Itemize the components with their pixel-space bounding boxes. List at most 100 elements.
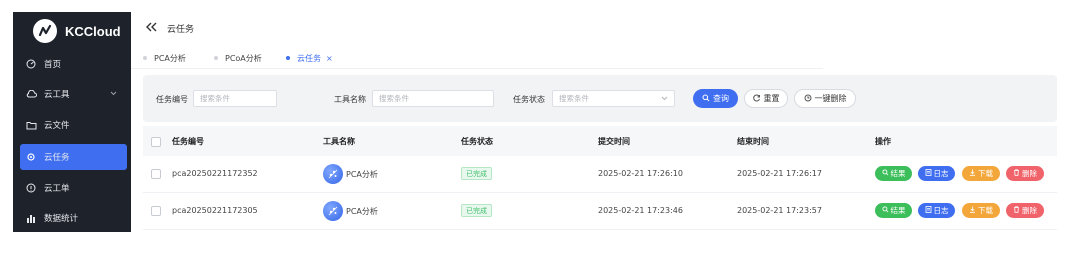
log-button[interactable]: 日志: [918, 166, 955, 181]
table-row: pca20250221172305 PCA分析 已完成 2025-02-21 1…: [143, 193, 1057, 230]
sidebar-item-label: 数据统计: [44, 214, 79, 224]
tool-name-input[interactable]: 搜索条件: [372, 90, 494, 107]
tool-name: PCA分析: [346, 206, 378, 216]
delete-all-button[interactable]: 一键删除: [794, 89, 856, 108]
tab-cloud-tasks[interactable]: 云任务 ×: [286, 48, 333, 68]
log-button[interactable]: 日志: [918, 203, 955, 218]
app-logo[interactable]: KCCloud: [13, 12, 131, 50]
task-id-input[interactable]: 搜索条件: [193, 90, 277, 107]
delete-all-button-label: 一键删除: [814, 94, 847, 103]
task-status-select[interactable]: 搜索条件: [552, 90, 675, 107]
tab-dot: [286, 56, 290, 60]
row-checkbox[interactable]: [151, 169, 161, 179]
column-header: 操作: [875, 137, 891, 146]
tab-bar: PCA分析 PCoA分析 云任务 ×: [131, 48, 823, 69]
download-button-label: 下载: [978, 169, 993, 178]
tab-label: PCA分析: [154, 53, 186, 63]
document-icon: [925, 206, 932, 215]
submit-time: 2025-02-21 17:23:46: [598, 206, 683, 215]
sidebar: KCCloud 首页 云工具 云文件 云任务 云工单 数据统计: [13, 12, 131, 232]
document-icon: [925, 169, 932, 178]
trash-icon: [1013, 169, 1020, 178]
column-header: 提交时间: [598, 137, 630, 146]
download-icon: [969, 169, 976, 178]
finish-time: 2025-02-21 17:26:17: [737, 169, 822, 178]
clock-icon: [804, 94, 812, 104]
result-button[interactable]: 结果: [875, 203, 912, 218]
tool-cell: PCA分析: [323, 201, 378, 221]
column-header: 工具名称: [323, 137, 355, 146]
close-icon[interactable]: ×: [326, 54, 333, 63]
delete-button[interactable]: 删除: [1006, 166, 1044, 181]
tab-dot: [214, 56, 218, 60]
column-header: 结束时间: [737, 137, 769, 146]
column-header: 任务状态: [461, 137, 493, 146]
sidebar-item-label: 云任务: [44, 153, 70, 163]
search-button[interactable]: 查询: [693, 89, 738, 108]
sidebar-item-label: 云工具: [44, 90, 70, 100]
reset-button[interactable]: 重置: [744, 89, 788, 108]
chevron-down-icon: [110, 89, 117, 99]
result-button[interactable]: 结果: [875, 166, 912, 181]
tool-name: PCA分析: [346, 169, 378, 179]
gear-icon: [26, 152, 40, 162]
download-button[interactable]: 下载: [962, 166, 1000, 181]
status-badge: 已完成: [461, 167, 492, 180]
search-icon: [881, 169, 889, 178]
log-button-label: 日志: [933, 206, 949, 215]
logo-icon: [33, 19, 57, 43]
delete-button-label: 删除: [1022, 169, 1037, 178]
folder-icon: [26, 121, 40, 130]
topbar: 云任务: [146, 22, 194, 35]
result-button-label: 结果: [890, 169, 906, 178]
task-id: pca20250221172352: [172, 169, 258, 178]
pca-tool-icon: [323, 201, 343, 221]
search-button-label: 查询: [713, 94, 729, 103]
sidebar-item-statistics[interactable]: 数据统计: [20, 205, 127, 231]
submit-time: 2025-02-21 17:26:10: [598, 169, 683, 178]
sidebar-item-cloud-tasks[interactable]: 云任务: [20, 144, 127, 170]
sidebar-item-label: 云工单: [44, 184, 70, 194]
tab-dot: [143, 56, 147, 60]
tab-pca[interactable]: PCA分析: [143, 48, 186, 68]
search-icon: [881, 206, 889, 215]
task-table: 任务编号 工具名称 任务状态 提交时间 结束时间 操作 pca202502211…: [143, 126, 1057, 230]
finish-time: 2025-02-21 17:23:57: [737, 206, 822, 215]
chevron-down-icon: [661, 94, 668, 103]
pca-tool-icon: [323, 164, 343, 184]
cloud-icon: [26, 90, 40, 98]
sidebar-item-cloud-tickets[interactable]: 云工单: [20, 175, 127, 201]
double-chevron-left-icon[interactable]: [146, 22, 158, 35]
table-row: pca20250221172352 PCA分析 已完成 2025-02-21 1…: [143, 156, 1057, 193]
task-id: pca20250221172305: [172, 206, 258, 215]
tab-label: PCoA分析: [225, 53, 262, 63]
column-header: 任务编号: [172, 137, 204, 146]
reset-button-label: 重置: [763, 94, 780, 103]
tab-label: 云任务: [297, 53, 321, 63]
row-checkbox[interactable]: [151, 206, 161, 216]
filter-panel: 任务编号 搜索条件 工具名称 搜索条件 任务状态 搜索条件 查询 重置 一键删除: [143, 75, 1057, 122]
refresh-icon: [752, 94, 761, 104]
download-button[interactable]: 下载: [962, 203, 1000, 218]
sidebar-item-cloud-files[interactable]: 云文件: [20, 112, 127, 138]
app-name: KCCloud: [65, 23, 121, 39]
download-icon: [969, 206, 976, 215]
sidebar-item-home[interactable]: 首页: [20, 51, 127, 77]
sidebar-item-cloud-tools[interactable]: 云工具: [20, 81, 127, 107]
delete-button-label: 删除: [1022, 206, 1037, 215]
breadcrumb: 云任务: [167, 25, 195, 35]
result-button-label: 结果: [890, 206, 906, 215]
dashboard-icon: [26, 59, 40, 69]
task-status-label: 任务状态: [513, 95, 545, 104]
task-id-label: 任务编号: [156, 95, 188, 104]
status-badge: 已完成: [461, 204, 492, 217]
search-icon: [702, 94, 710, 104]
tab-pcoa[interactable]: PCoA分析: [214, 48, 262, 68]
table-header: 任务编号 工具名称 任务状态 提交时间 结束时间 操作: [143, 126, 1057, 156]
delete-button[interactable]: 删除: [1006, 203, 1044, 218]
bar-chart-icon: [26, 214, 40, 223]
select-all-checkbox[interactable]: [151, 137, 161, 147]
download-button-label: 下载: [978, 206, 993, 215]
task-status-placeholder: 搜索条件: [559, 94, 589, 103]
trash-icon: [1013, 206, 1020, 215]
